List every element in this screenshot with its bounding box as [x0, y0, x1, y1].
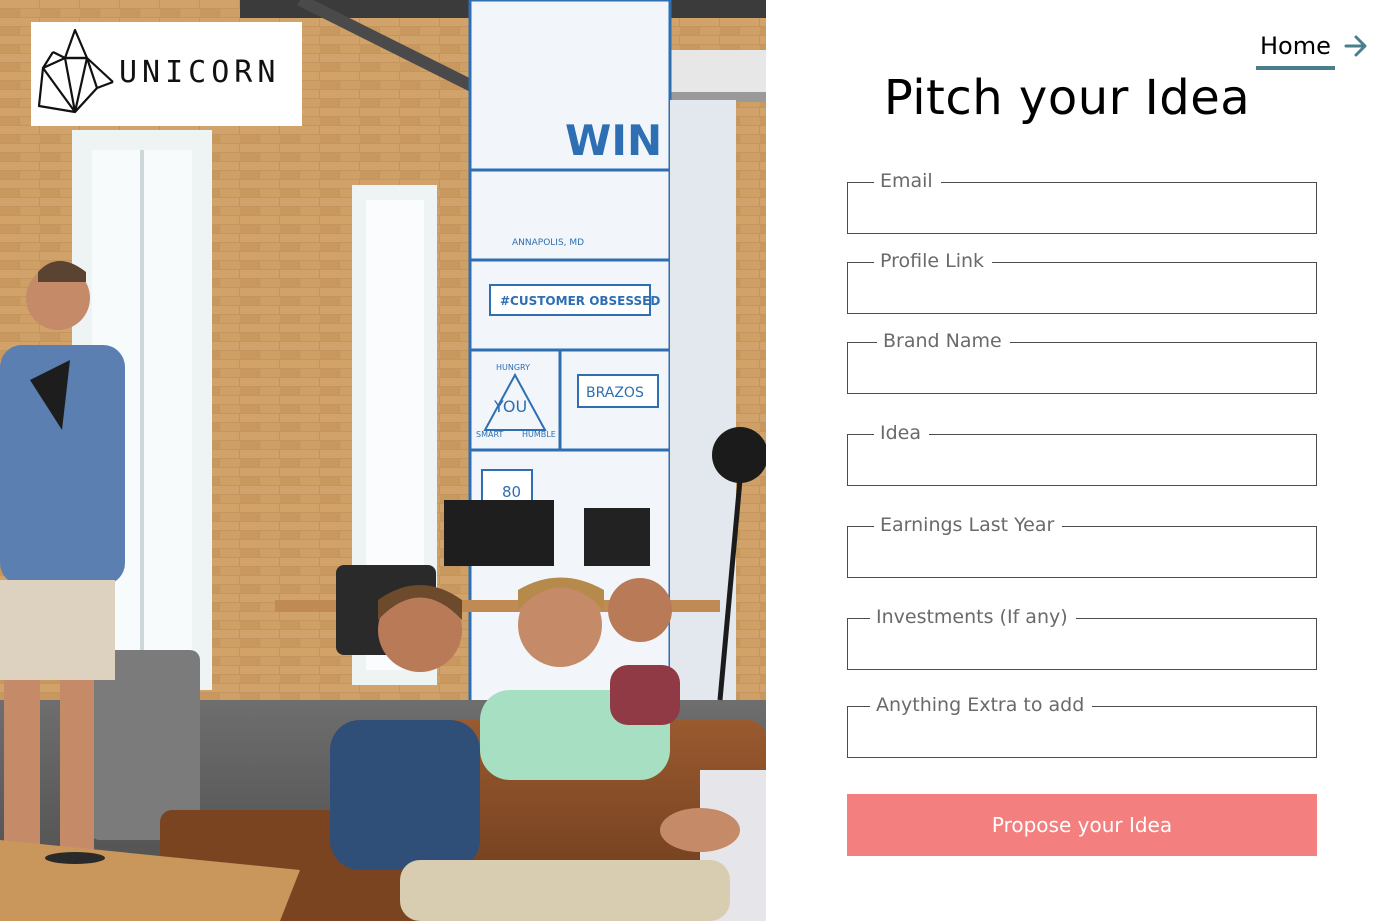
propose-idea-button[interactable]: Propose your Idea: [847, 794, 1317, 856]
home-link[interactable]: Home: [1256, 30, 1369, 70]
investments-field: Investments (If any): [847, 603, 1317, 670]
brand-logo[interactable]: UNICORN: [31, 22, 302, 126]
profile-link-field: Profile Link: [847, 247, 1317, 314]
mural-city-text: ANNAPOLIS, MD: [512, 238, 584, 248]
earnings-field: Earnings Last Year: [847, 511, 1317, 578]
arrow-right-icon: [1344, 35, 1367, 57]
office-meeting-illustration: WIN ANNAPOLIS, MD #CUSTOMER OBSESSED HUN…: [0, 0, 766, 921]
mural-customer-text: #CUSTOMER OBSESSED: [500, 294, 660, 308]
idea-label: Idea: [874, 419, 929, 447]
mural-brazos-text: BRAZOS: [586, 385, 644, 401]
unicorn-head-icon: [37, 28, 114, 114]
home-label: Home: [1256, 30, 1335, 70]
email-field: Email: [847, 167, 1317, 234]
mural-you-text: YOU: [493, 397, 527, 416]
investments-label: Investments (If any): [870, 603, 1076, 631]
logo-wordmark: UNICORN: [119, 55, 281, 90]
mural-humble-text: HUMBLE: [522, 430, 556, 439]
profile-link-label: Profile Link: [874, 247, 993, 275]
extra-label: Anything Extra to add: [870, 691, 1093, 719]
mural-win-text: WIN: [565, 116, 662, 165]
extra-field: Anything Extra to add: [847, 691, 1317, 758]
page-title: Pitch your Idea: [883, 70, 1251, 126]
hero-photo: WIN ANNAPOLIS, MD #CUSTOMER OBSESSED HUN…: [0, 0, 766, 921]
email-label: Email: [874, 167, 941, 195]
brand-name-field: Brand Name: [847, 327, 1317, 394]
mural-mug-text: 80: [502, 483, 521, 501]
brand-name-label: Brand Name: [877, 327, 1010, 355]
mural-smart-text: SMART: [476, 430, 503, 439]
mural-hungry-text: HUNGRY: [496, 363, 530, 372]
idea-field: Idea: [847, 419, 1317, 486]
earnings-label: Earnings Last Year: [874, 511, 1063, 539]
